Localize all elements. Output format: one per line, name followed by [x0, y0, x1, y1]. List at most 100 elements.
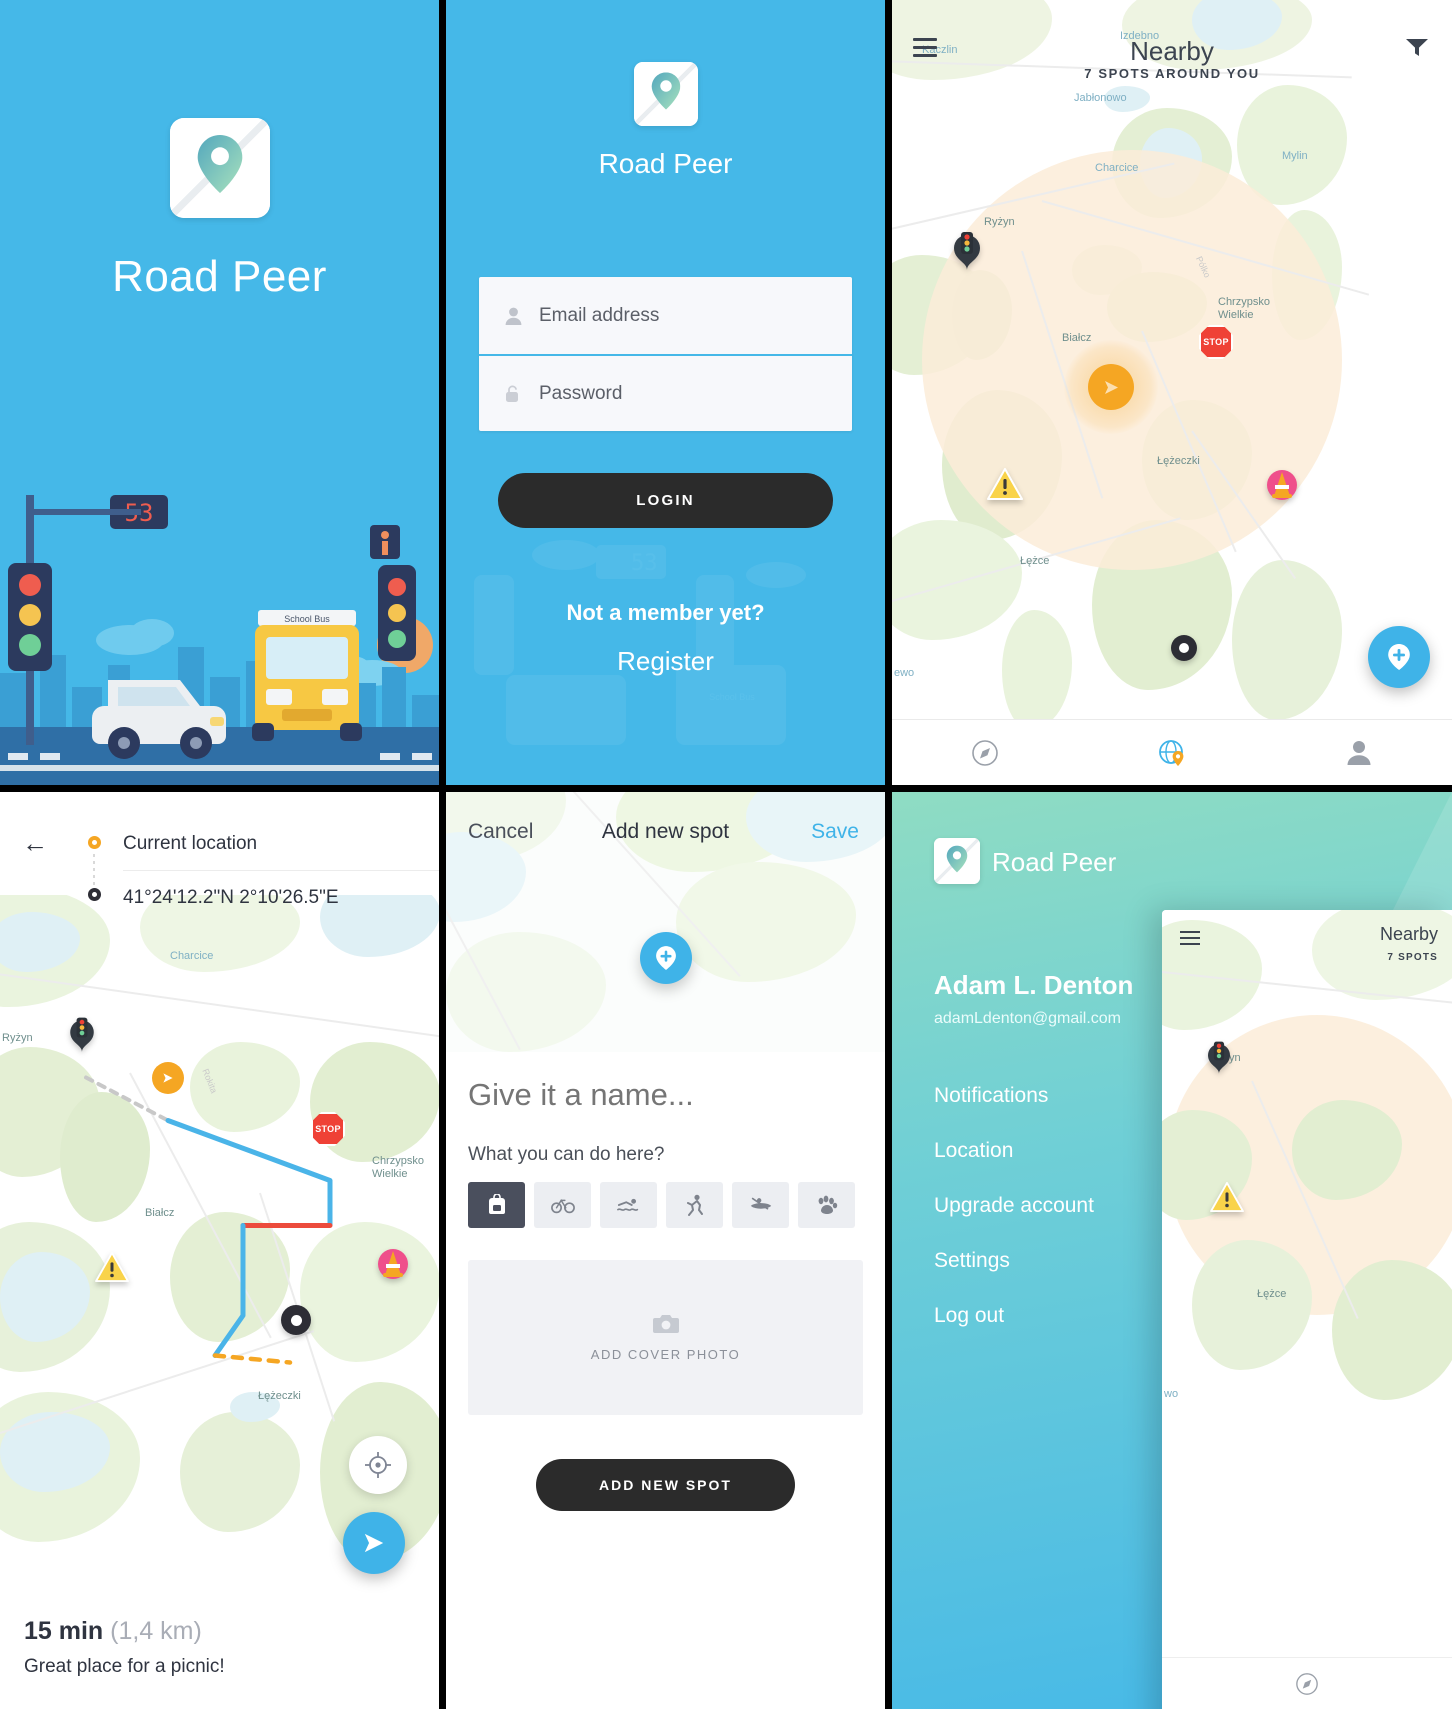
- tab-explore[interactable]: [1162, 1672, 1452, 1695]
- map-label: Mylin: [1282, 150, 1308, 162]
- cone-marker[interactable]: [1267, 468, 1297, 502]
- logo-pin-glyph: [651, 72, 680, 110]
- warning-marker[interactable]: [987, 468, 1023, 501]
- nearby-topbar: Nearby 7 SPOTS AROUND YOU: [892, 0, 1452, 92]
- navigate-button[interactable]: [343, 1512, 405, 1574]
- recenter-icon: [365, 1452, 391, 1478]
- screens-grid: Road Peer 53: [0, 0, 1452, 1709]
- add-cover-photo-dropzone[interactable]: ADD COVER PHOTO: [468, 1260, 863, 1415]
- register-link[interactable]: Register: [446, 646, 885, 677]
- activity-chip-swimmer[interactable]: [600, 1182, 657, 1228]
- map-terrain: [1002, 610, 1072, 730]
- activities-label: What you can do here?: [468, 1144, 665, 1165]
- route-footer: 15 min (1,4 km) Great place for a picnic…: [0, 1594, 439, 1709]
- map-terrain: [1332, 1260, 1452, 1400]
- map-label: Łężeczki: [258, 1390, 301, 1402]
- map-terrain: [446, 932, 606, 1052]
- map-label: Ryżyn: [984, 216, 1015, 228]
- peek-topbar: Nearby 7 SPOTS: [1162, 910, 1452, 972]
- drawer-brand: Road Peer: [992, 847, 1117, 877]
- map-label: ewo: [894, 667, 915, 679]
- tab-nearby[interactable]: [1079, 739, 1266, 767]
- activity-chip-canoe[interactable]: [732, 1182, 789, 1228]
- user-icon: [505, 307, 539, 325]
- screen-login: 53 School Bus Road Peer Email address Pa…: [446, 0, 885, 785]
- add-spot-fab[interactable]: [1368, 626, 1430, 688]
- spot-name-input[interactable]: [468, 1077, 863, 1113]
- map-label: Jabłonowo: [1074, 92, 1127, 104]
- traffic-light-marker[interactable]: [1208, 1038, 1230, 1074]
- svg-text:School Bus: School Bus: [284, 614, 330, 624]
- gutter: [439, 0, 446, 785]
- drawer-item-upgrade-account[interactable]: Upgrade account: [934, 1194, 1094, 1218]
- route-start-marker[interactable]: [152, 1062, 184, 1094]
- user-name: Adam L. Denton: [934, 970, 1134, 1000]
- back-arrow-icon[interactable]: ←: [22, 830, 48, 856]
- screen-route: Charcice Ryżyn Białcz Chrzypsko Wielkie …: [0, 792, 439, 1709]
- drawer-peek-map[interactable]: Ryżyn Łężce wo: [1162, 910, 1452, 1709]
- route-dashed-connector: [93, 854, 95, 886]
- gutter: [0, 785, 1452, 792]
- add-new-spot-button[interactable]: ADD NEW SPOT: [536, 1459, 795, 1511]
- save-button[interactable]: Save: [811, 820, 859, 844]
- activity-chip-bicycle[interactable]: [534, 1182, 591, 1228]
- map-label: Ryżyn: [2, 1032, 33, 1044]
- warning-marker[interactable]: [1210, 1182, 1244, 1213]
- map-label: Łężce: [1020, 555, 1050, 567]
- tab-explore[interactable]: [892, 739, 1079, 766]
- swimmer-icon: [616, 1198, 638, 1211]
- svg-text:53: 53: [631, 551, 658, 576]
- map-label: Chrzypsko Wielkie: [1218, 296, 1270, 322]
- person-icon: [1347, 741, 1371, 765]
- traffic-light-marker[interactable]: [70, 1014, 94, 1052]
- login-button[interactable]: LOGIN: [498, 473, 833, 528]
- activity-chip-group: [468, 1182, 863, 1228]
- origin-field[interactable]: Current location: [123, 833, 257, 855]
- destination-field[interactable]: 41°24'12.2"N 2°10'26.5"E: [123, 887, 339, 909]
- destination-dot-icon: [88, 888, 101, 901]
- drawer-item-log-out[interactable]: Log out: [934, 1304, 1094, 1328]
- map-label: Białcz: [145, 1207, 175, 1219]
- peek-subtitle: 7 SPOTS: [1387, 952, 1438, 963]
- activity-chip-paw[interactable]: [798, 1182, 855, 1228]
- recenter-button[interactable]: [349, 1436, 407, 1494]
- activity-chip-runner[interactable]: [666, 1182, 723, 1228]
- navigate-icon: [364, 1533, 384, 1553]
- warning-marker[interactable]: [95, 1252, 129, 1283]
- peek-tabbar: [1162, 1657, 1452, 1709]
- add-spot-header: Cancel Add new spot Save: [446, 792, 885, 864]
- cone-marker[interactable]: [378, 1247, 408, 1281]
- origin-dot-icon: [88, 836, 101, 849]
- map-terrain: [892, 520, 1022, 640]
- canoe-icon: [750, 1197, 771, 1210]
- eta-summary: 15 min (1,4 km): [24, 1617, 202, 1646]
- peek-title: Nearby: [1379, 924, 1438, 944]
- email-field[interactable]: Email address: [479, 277, 852, 354]
- hamburger-icon[interactable]: [1180, 931, 1200, 949]
- password-field[interactable]: Password: [479, 354, 852, 431]
- spot-dot-marker[interactable]: [1171, 635, 1197, 661]
- activity-chip-backpack[interactable]: [468, 1182, 525, 1228]
- globe-pin-icon: [1159, 739, 1184, 766]
- splash-illustration: 53: [0, 465, 439, 785]
- traffic-light-marker[interactable]: [954, 228, 980, 270]
- peek-map-canvas: Ryżyn Łężce wo: [1162, 910, 1452, 1709]
- user-location-halo: [1064, 340, 1158, 434]
- filter-icon[interactable]: [1406, 38, 1428, 56]
- runner-icon: [686, 1194, 703, 1216]
- tab-profile[interactable]: [1265, 740, 1452, 765]
- eta-distance: (1,4 km): [110, 1617, 202, 1645]
- eta-time: 15 min: [24, 1617, 104, 1645]
- drawer-item-location[interactable]: Location: [934, 1139, 1094, 1163]
- drawer-item-settings[interactable]: Settings: [934, 1249, 1094, 1273]
- map-label: Białcz: [1062, 332, 1092, 344]
- nearby-map[interactable]: Kaczlin Izdebno Mylin Jabłonowo Charcice…: [892, 0, 1452, 785]
- spot-note: Great place for a picnic!: [24, 1656, 225, 1677]
- route-end-marker[interactable]: [281, 1305, 311, 1335]
- map-terrain: [1192, 1240, 1312, 1370]
- drawer-item-notifications[interactable]: Notifications: [934, 1084, 1094, 1108]
- map-terrain: [1232, 560, 1342, 720]
- route-header: ← Current location 41°24'12.2"N 2°10'26.…: [0, 792, 439, 908]
- map-pin-logo: [633, 62, 698, 126]
- logo-pin-glyph: [946, 845, 968, 873]
